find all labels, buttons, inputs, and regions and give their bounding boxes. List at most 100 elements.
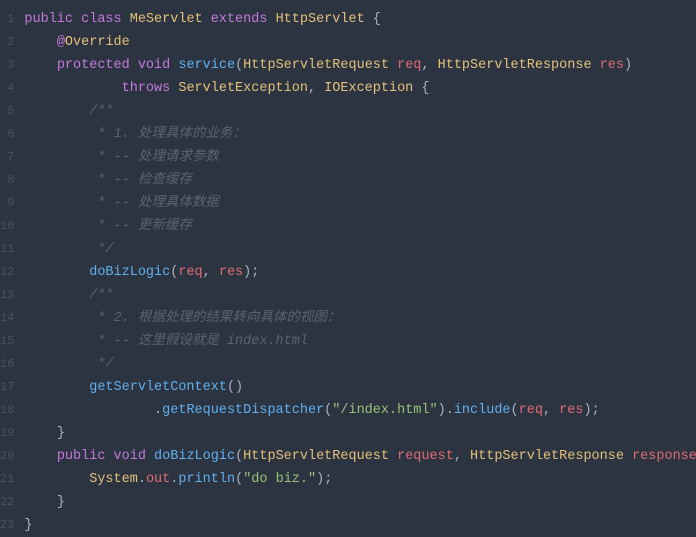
- token: }: [24, 518, 32, 533]
- token: */: [97, 357, 113, 372]
- token: * -- 处理请求参数: [97, 150, 219, 165]
- code-line[interactable]: * -- 更新缓存: [24, 215, 696, 238]
- code-line[interactable]: * -- 检查缓存: [24, 169, 696, 192]
- token: public: [24, 12, 81, 27]
- token: IOException: [324, 81, 421, 96]
- token: getServletContext: [89, 380, 227, 395]
- token: [24, 127, 97, 142]
- code-line[interactable]: * -- 处理请求参数: [24, 146, 696, 169]
- token: [24, 58, 56, 73]
- token: extends: [211, 12, 276, 27]
- code-line[interactable]: * 1. 处理具体的业务：: [24, 123, 696, 146]
- token: res: [600, 58, 624, 73]
- token: throws: [122, 81, 179, 96]
- token: [24, 35, 56, 50]
- token: (: [511, 403, 519, 418]
- code-line[interactable]: System.out.println("do biz.");: [24, 468, 696, 491]
- line-number: 11: [0, 238, 24, 261]
- token: "do biz.": [243, 472, 316, 487]
- token: getRequestDispatcher: [162, 403, 324, 418]
- token: [24, 288, 89, 303]
- token: (: [235, 58, 243, 73]
- token: );: [243, 265, 259, 280]
- token: @: [57, 35, 65, 50]
- token: "/index.html": [332, 403, 437, 418]
- line-number: 17: [0, 376, 24, 399]
- token: ,: [308, 81, 324, 96]
- token: {: [421, 81, 429, 96]
- token: /**: [89, 288, 113, 303]
- line-number: 8: [0, 169, 24, 192]
- code-line[interactable]: /**: [24, 100, 696, 123]
- line-number: 2: [0, 31, 24, 54]
- code-area[interactable]: public class MeServlet extends HttpServl…: [24, 0, 696, 536]
- token: (): [227, 380, 243, 395]
- token: HttpServletResponse: [438, 58, 600, 73]
- token: [24, 472, 89, 487]
- token: */: [97, 242, 113, 257]
- line-number: 1: [0, 8, 24, 31]
- token: [24, 334, 97, 349]
- code-line[interactable]: }: [24, 514, 696, 537]
- token: [24, 449, 56, 464]
- code-line[interactable]: @Override: [24, 31, 696, 54]
- code-line[interactable]: * 2. 根据处理的结果转向具体的视图：: [24, 307, 696, 330]
- code-line[interactable]: */: [24, 238, 696, 261]
- code-editor[interactable]: 1234567891011121314151617181920212223 pu…: [0, 0, 696, 536]
- token: [24, 265, 89, 280]
- token: void: [138, 58, 179, 73]
- token: include: [454, 403, 511, 418]
- token: response: [632, 449, 696, 464]
- token: * -- 检查缓存: [97, 173, 192, 188]
- token: .: [154, 403, 162, 418]
- token: ,: [543, 403, 559, 418]
- token: [24, 104, 89, 119]
- line-number: 18: [0, 399, 24, 422]
- line-number: 9: [0, 192, 24, 215]
- token: [24, 81, 121, 96]
- token: req: [397, 58, 421, 73]
- line-number: 20: [0, 445, 24, 468]
- line-number: 14: [0, 307, 24, 330]
- token: [24, 311, 97, 326]
- line-number: 23: [0, 514, 24, 537]
- code-line[interactable]: protected void service(HttpServletReques…: [24, 54, 696, 77]
- token: );: [583, 403, 599, 418]
- token: [24, 495, 56, 510]
- line-number: 12: [0, 261, 24, 284]
- token: out: [146, 472, 170, 487]
- token: void: [114, 449, 155, 464]
- code-line[interactable]: */: [24, 353, 696, 376]
- token: {: [373, 12, 381, 27]
- token: [24, 150, 97, 165]
- token: * 2. 根据处理的结果转向具体的视图：: [97, 311, 340, 326]
- line-number: 7: [0, 146, 24, 169]
- line-number: 21: [0, 468, 24, 491]
- token: ): [624, 58, 632, 73]
- token: ,: [454, 449, 470, 464]
- token: request: [397, 449, 454, 464]
- code-line[interactable]: * -- 这里假设就是 index.html: [24, 330, 696, 353]
- code-line[interactable]: public class MeServlet extends HttpServl…: [24, 8, 696, 31]
- token: (: [235, 472, 243, 487]
- code-line[interactable]: public void doBizLogic(HttpServletReques…: [24, 445, 696, 468]
- token: [24, 219, 97, 234]
- token: * -- 处理具体数据: [97, 196, 219, 211]
- token: }: [57, 426, 65, 441]
- line-number: 3: [0, 54, 24, 77]
- code-line[interactable]: .getRequestDispatcher("/index.html").inc…: [24, 399, 696, 422]
- token: Override: [65, 35, 130, 50]
- token: class: [81, 12, 130, 27]
- code-line[interactable]: }: [24, 422, 696, 445]
- code-line[interactable]: /**: [24, 284, 696, 307]
- token: [24, 380, 89, 395]
- code-line[interactable]: doBizLogic(req, res);: [24, 261, 696, 284]
- code-line[interactable]: throws ServletException, IOException {: [24, 77, 696, 100]
- token: [24, 426, 56, 441]
- token: service: [178, 58, 235, 73]
- token: * -- 更新缓存: [97, 219, 192, 234]
- code-line[interactable]: getServletContext(): [24, 376, 696, 399]
- code-line[interactable]: * -- 处理具体数据: [24, 192, 696, 215]
- code-line[interactable]: }: [24, 491, 696, 514]
- token: HttpServletRequest: [243, 449, 397, 464]
